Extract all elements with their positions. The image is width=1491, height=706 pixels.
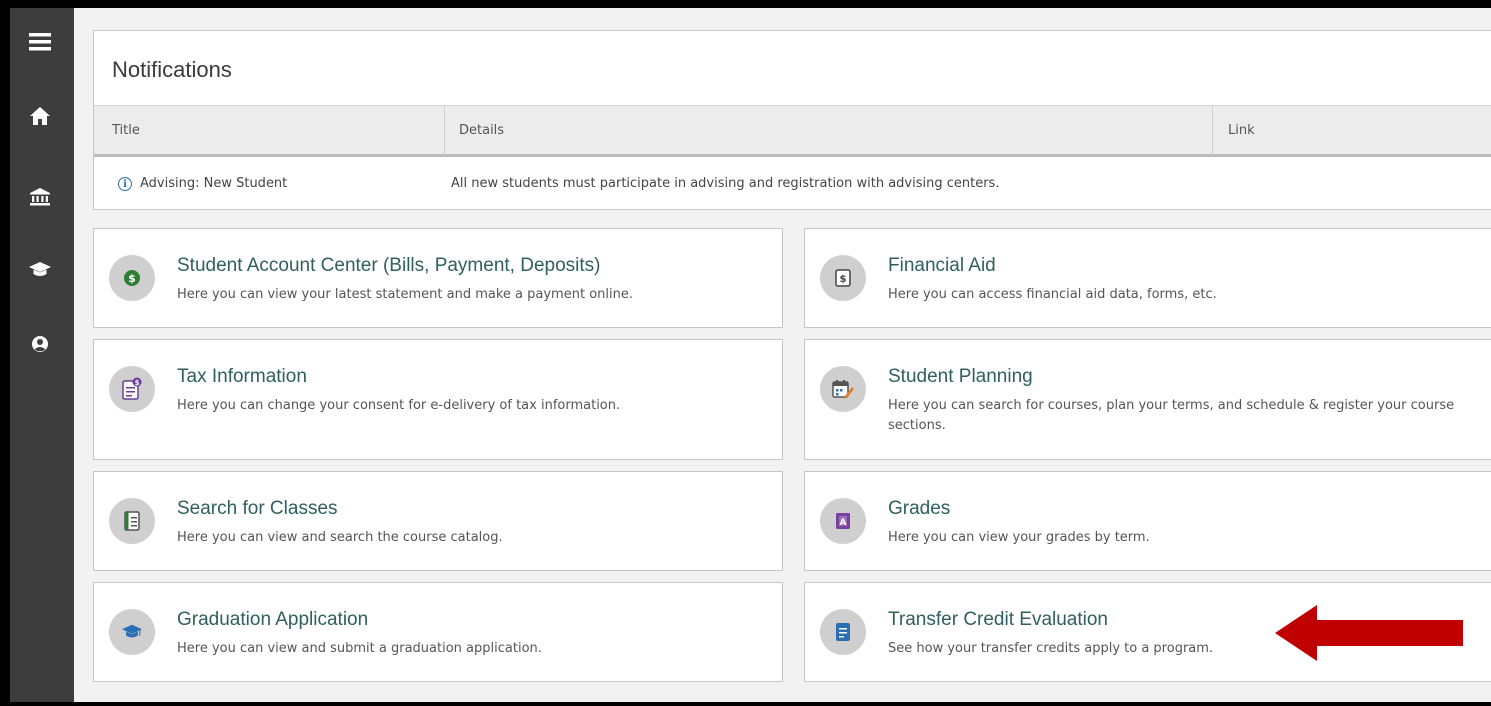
home-icon[interactable]: [28, 104, 52, 128]
tile-title: Search for Classes: [177, 498, 338, 519]
frame-left-border: [0, 0, 10, 706]
column-divider: [444, 106, 445, 155]
notifications-heading: Notifications: [112, 57, 232, 82]
tile-title: Student Planning: [888, 366, 1033, 387]
catalog-icon: [109, 498, 155, 544]
grades-icon: A: [820, 498, 866, 544]
tile-student-account-center[interactable]: $ Student Account Center (Bills, Payment…: [93, 228, 783, 328]
tile-title: Student Account Center (Bills, Payment, …: [177, 255, 601, 276]
tile-description: Here you can search for courses, plan yo…: [888, 398, 1455, 433]
tile-title: Graduation Application: [177, 609, 369, 630]
svg-text:$: $: [128, 272, 136, 285]
tax-document-icon: $: [109, 366, 155, 412]
column-divider: [1212, 106, 1213, 155]
user-circle-icon[interactable]: [28, 332, 52, 356]
notifications-panel: Notifications Title Details Link i Advisi…: [93, 30, 1491, 210]
transfer-credit-icon: [820, 609, 866, 655]
tile-description: Here you can view and submit a graduatio…: [177, 641, 542, 656]
info-icon: i: [118, 176, 132, 191]
graduation-cap-icon: [109, 609, 155, 655]
dollar-icon: $: [109, 255, 155, 301]
money-icon: $: [820, 255, 866, 301]
tile-title: Financial Aid: [888, 255, 996, 276]
column-header-link: Link: [1228, 123, 1255, 138]
svg-text:$: $: [840, 274, 847, 285]
tile-graduation-application[interactable]: Graduation Application Here you can view…: [93, 582, 783, 682]
tile-title: Tax Information: [177, 366, 307, 387]
tile-description: Here you can view your latest statement …: [177, 287, 633, 302]
menu-icon[interactable]: [28, 30, 52, 54]
tile-description: Here you can access financial aid data, …: [888, 287, 1217, 302]
notifications-table-header: Title Details Link: [94, 105, 1491, 157]
tile-student-planning[interactable]: Student Planning Here you can search for…: [804, 339, 1491, 460]
svg-text:$: $: [135, 379, 140, 387]
tile-tax-information[interactable]: $ Tax Information Here you can change yo…: [93, 339, 783, 460]
frame-top-border: [0, 0, 1491, 8]
calendar-icon: [820, 366, 866, 412]
tile-search-for-classes[interactable]: Search for Classes Here you can view and…: [93, 471, 783, 571]
bank-icon[interactable]: [28, 185, 52, 209]
tile-description: Here you can view and search the course …: [177, 530, 503, 545]
tile-title: Grades: [888, 498, 951, 519]
annotation-arrow-icon: [1275, 605, 1467, 665]
table-row: i Advising: New Student All new students …: [94, 157, 1491, 210]
sidebar: [10, 8, 74, 702]
svg-text:A: A: [840, 518, 847, 528]
tile-description: Here you can view your grades by term.: [888, 530, 1150, 545]
tile-title: Transfer Credit Evaluation: [888, 609, 1109, 630]
tile-financial-aid[interactable]: $ Financial Aid Here you can access fina…: [804, 228, 1491, 328]
notification-title-cell: i Advising: New Student: [118, 157, 287, 210]
tile-description: Here you can change your consent for e-d…: [177, 398, 621, 413]
notification-title: Advising: New Student: [140, 176, 288, 191]
notification-details: All new students must participate in adv…: [451, 176, 1000, 191]
frame-bottom-border: [0, 702, 1491, 706]
main-content: Notifications Title Details Link i Advisi…: [74, 8, 1491, 702]
column-header-title: Title: [112, 123, 140, 138]
column-header-details: Details: [459, 123, 505, 138]
tile-grades[interactable]: A Grades Here you can view your grades b…: [804, 471, 1491, 571]
graduation-cap-icon[interactable]: [28, 258, 52, 282]
